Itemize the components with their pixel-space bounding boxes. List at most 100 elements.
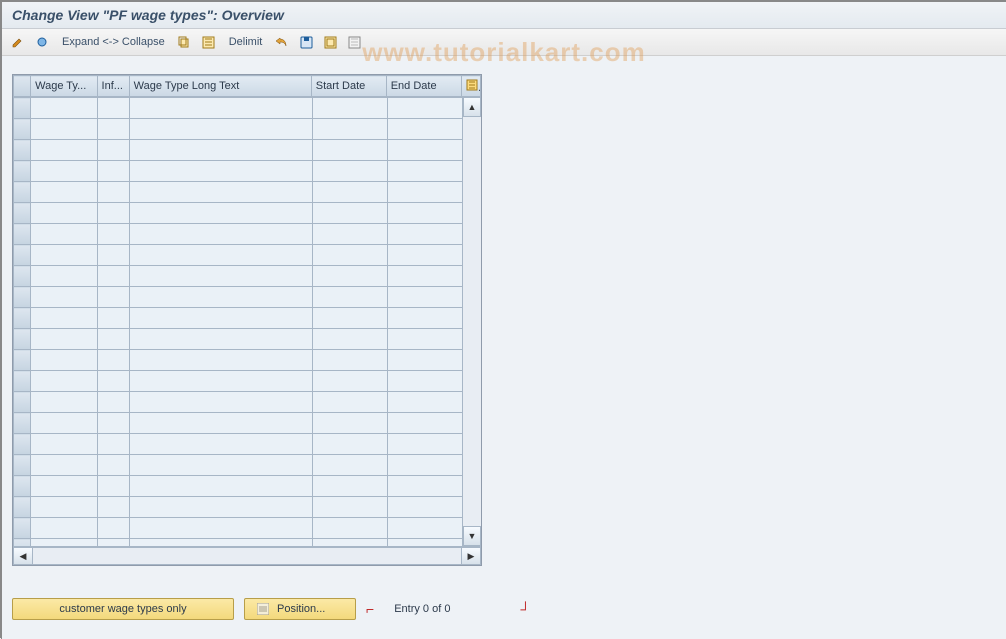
cell-wage-type[interactable] (31, 434, 98, 455)
cell-start-date[interactable] (312, 434, 387, 455)
cell-wage-type[interactable] (31, 203, 98, 224)
cell-end-date[interactable] (387, 455, 462, 476)
cell-end-date[interactable] (387, 497, 462, 518)
cell-end-date[interactable] (387, 539, 462, 547)
vertical-scrollbar[interactable]: ▲ ▼ (462, 97, 481, 546)
cell-long-text[interactable] (129, 140, 312, 161)
cell-long-text[interactable] (129, 350, 312, 371)
cell-wage-type[interactable] (31, 371, 98, 392)
cell-wage-type[interactable] (31, 182, 98, 203)
cell-start-date[interactable] (312, 287, 387, 308)
col-inf[interactable]: Inf... (97, 76, 129, 97)
scroll-left-icon[interactable]: ◀ (13, 547, 33, 565)
cell-inf[interactable] (97, 224, 129, 245)
cell-start-date[interactable] (312, 329, 387, 350)
cell-long-text[interactable] (129, 182, 312, 203)
cell-inf[interactable] (97, 245, 129, 266)
cell-inf[interactable] (97, 308, 129, 329)
cell-long-text[interactable] (129, 413, 312, 434)
cell-wage-type[interactable] (31, 98, 98, 119)
scroll-track-h[interactable] (33, 547, 461, 565)
cell-end-date[interactable] (387, 308, 462, 329)
row-selector[interactable] (14, 140, 31, 161)
cell-long-text[interactable] (129, 476, 312, 497)
cell-wage-type[interactable] (31, 119, 98, 140)
position-button[interactable]: Position... (244, 598, 356, 620)
cell-inf[interactable] (97, 371, 129, 392)
cell-long-text[interactable] (129, 287, 312, 308)
change-icon[interactable] (8, 32, 28, 52)
cell-end-date[interactable] (387, 140, 462, 161)
cell-end-date[interactable] (387, 245, 462, 266)
deselect-all-icon[interactable] (344, 32, 364, 52)
cell-start-date[interactable] (312, 245, 387, 266)
row-selector[interactable] (14, 287, 31, 308)
scroll-right-icon[interactable]: ▶ (461, 547, 481, 565)
cell-start-date[interactable] (312, 413, 387, 434)
cell-wage-type[interactable] (31, 455, 98, 476)
row-selector[interactable] (14, 161, 31, 182)
cell-start-date[interactable] (312, 497, 387, 518)
cell-start-date[interactable] (312, 308, 387, 329)
save-icon[interactable] (296, 32, 316, 52)
cell-start-date[interactable] (312, 119, 387, 140)
cell-wage-type[interactable] (31, 497, 98, 518)
cell-start-date[interactable] (312, 518, 387, 539)
scroll-track[interactable] (463, 117, 481, 526)
cell-wage-type[interactable] (31, 392, 98, 413)
cell-inf[interactable] (97, 266, 129, 287)
cell-start-date[interactable] (312, 455, 387, 476)
row-selector[interactable] (14, 119, 31, 140)
cell-long-text[interactable] (129, 392, 312, 413)
row-selector[interactable] (14, 350, 31, 371)
cell-end-date[interactable] (387, 203, 462, 224)
cell-wage-type[interactable] (31, 518, 98, 539)
undo-icon[interactable] (272, 32, 292, 52)
row-selector[interactable] (14, 224, 31, 245)
cell-start-date[interactable] (312, 476, 387, 497)
delimit-button[interactable]: Delimit (223, 36, 269, 48)
cell-start-date[interactable] (312, 539, 387, 547)
col-long-text[interactable]: Wage Type Long Text (129, 76, 311, 97)
cell-inf[interactable] (97, 392, 129, 413)
select-all-icon[interactable] (199, 32, 219, 52)
cell-end-date[interactable] (387, 434, 462, 455)
cell-long-text[interactable] (129, 98, 312, 119)
cell-end-date[interactable] (387, 182, 462, 203)
col-end-date[interactable]: End Date (386, 76, 461, 97)
cell-long-text[interactable] (129, 371, 312, 392)
cell-inf[interactable] (97, 497, 129, 518)
cell-inf[interactable] (97, 539, 129, 547)
cell-inf[interactable] (97, 140, 129, 161)
cell-long-text[interactable] (129, 266, 312, 287)
row-selector[interactable] (14, 308, 31, 329)
cell-long-text[interactable] (129, 539, 312, 547)
row-selector[interactable] (14, 434, 31, 455)
cell-wage-type[interactable] (31, 266, 98, 287)
cell-wage-type[interactable] (31, 245, 98, 266)
cell-inf[interactable] (97, 287, 129, 308)
cell-inf[interactable] (97, 98, 129, 119)
customer-wage-types-button[interactable]: customer wage types only (12, 598, 234, 620)
cell-long-text[interactable] (129, 329, 312, 350)
cell-wage-type[interactable] (31, 140, 98, 161)
cell-long-text[interactable] (129, 455, 312, 476)
cell-long-text[interactable] (129, 434, 312, 455)
cell-start-date[interactable] (312, 161, 387, 182)
cell-wage-type[interactable] (31, 413, 98, 434)
cell-inf[interactable] (97, 182, 129, 203)
cell-inf[interactable] (97, 203, 129, 224)
cell-long-text[interactable] (129, 224, 312, 245)
cell-end-date[interactable] (387, 350, 462, 371)
cell-start-date[interactable] (312, 224, 387, 245)
cell-end-date[interactable] (387, 161, 462, 182)
select-block-icon[interactable] (320, 32, 340, 52)
cell-start-date[interactable] (312, 392, 387, 413)
cell-wage-type[interactable] (31, 287, 98, 308)
cell-long-text[interactable] (129, 245, 312, 266)
cell-start-date[interactable] (312, 350, 387, 371)
cell-end-date[interactable] (387, 392, 462, 413)
cell-inf[interactable] (97, 350, 129, 371)
cell-end-date[interactable] (387, 266, 462, 287)
row-selector[interactable] (14, 98, 31, 119)
